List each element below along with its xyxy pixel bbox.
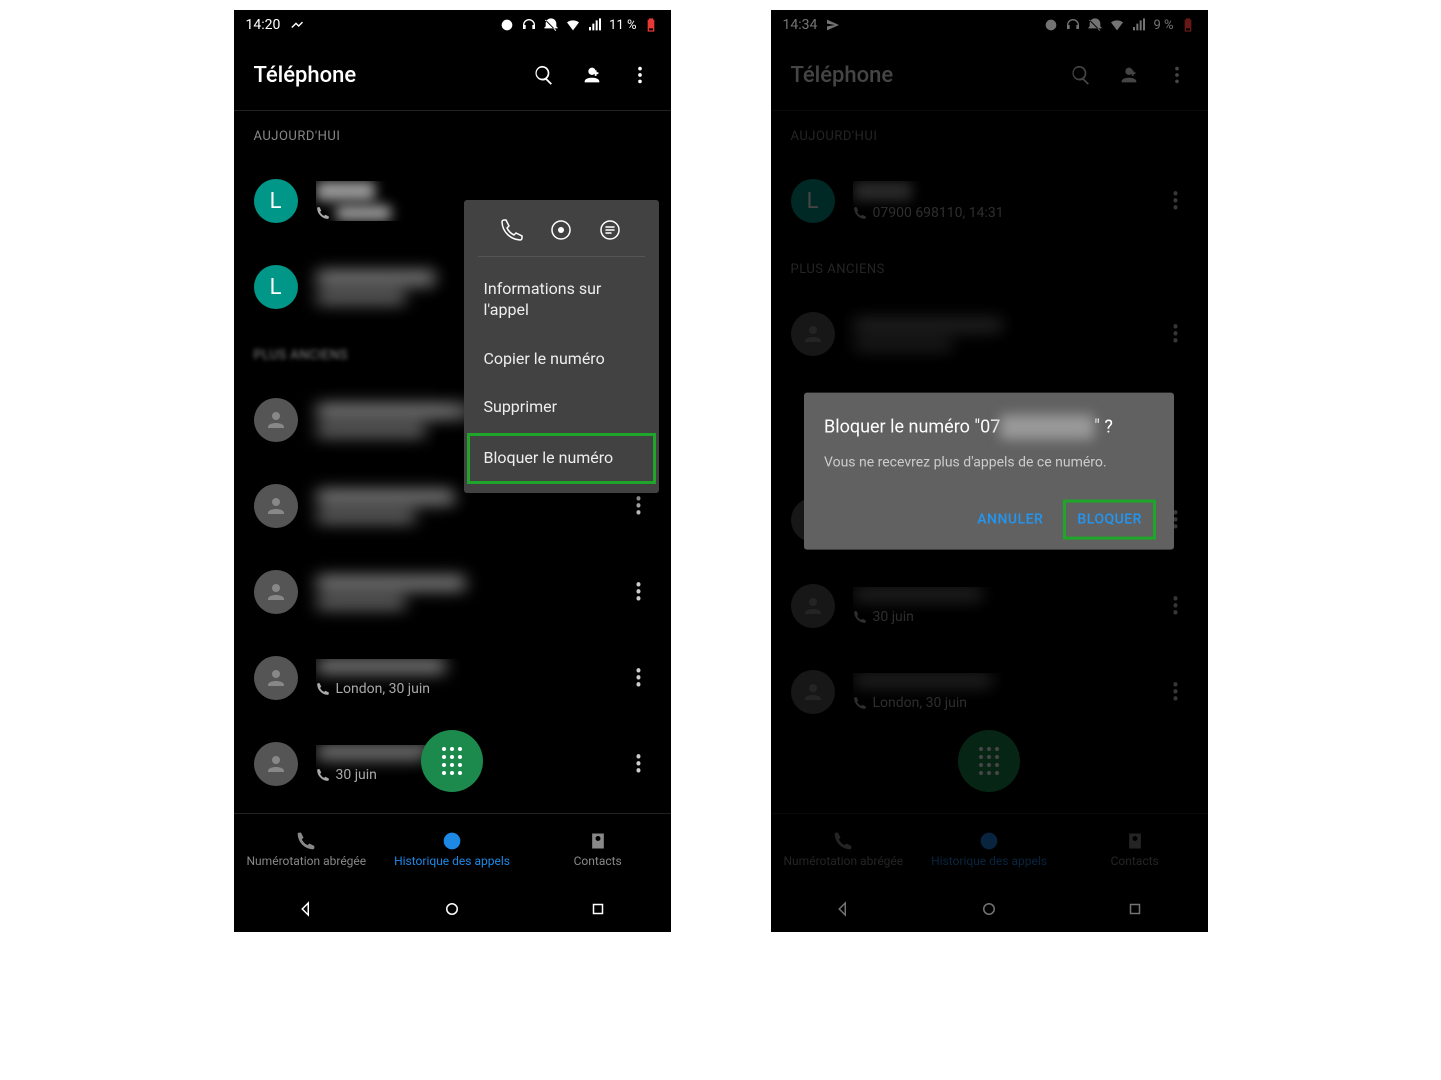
- status-bar: 14:20 11 %: [234, 10, 671, 40]
- alarm-icon: [499, 17, 515, 33]
- avatar: [254, 742, 298, 786]
- call-row[interactable]: London, 30 juin •••: [234, 635, 671, 721]
- page-title: Téléphone: [254, 63, 357, 88]
- message-icon[interactable]: [598, 218, 622, 242]
- call-icon[interactable]: [500, 218, 524, 242]
- row-overflow-icon[interactable]: •••: [627, 580, 651, 604]
- nav-history[interactable]: Historique des appels: [379, 814, 525, 886]
- avatar: L: [254, 265, 298, 309]
- search-icon[interactable]: [533, 64, 555, 86]
- dialog-message: Vous ne recevrez plus d'appels de ce num…: [824, 454, 1154, 474]
- phone-screenshot-left: 14:20 11 % Téléphone AUJOURD'HUI L Lxxxx…: [234, 10, 671, 932]
- video-icon[interactable]: [549, 218, 573, 242]
- context-menu: Informations sur l'appel Copier le numér…: [464, 200, 659, 493]
- menu-copy-number[interactable]: Copier le numéro: [464, 335, 659, 384]
- recents-button[interactable]: [589, 900, 607, 918]
- app-header: Téléphone: [234, 40, 671, 111]
- overflow-icon[interactable]: [629, 64, 651, 86]
- avatar: [254, 570, 298, 614]
- status-time: 14:20: [246, 17, 281, 33]
- call-row[interactable]: •••: [234, 549, 671, 635]
- menu-delete[interactable]: Supprimer: [464, 383, 659, 432]
- nav-contacts[interactable]: Contacts: [525, 814, 671, 886]
- signal-icon: [587, 17, 603, 33]
- system-nav: [234, 886, 671, 932]
- home-button[interactable]: [443, 900, 461, 918]
- avatar: [254, 484, 298, 528]
- phone-small-icon: [316, 768, 330, 782]
- block-dialog: Bloquer le numéro "07xxxx xxxxxx" ? Vous…: [804, 393, 1174, 550]
- row-overflow-icon[interactable]: •••: [627, 494, 651, 518]
- menu-block-number[interactable]: Bloquer le numéro: [468, 434, 655, 483]
- row-overflow-icon[interactable]: •••: [627, 666, 651, 690]
- menu-call-info[interactable]: Informations sur l'appel: [464, 265, 659, 335]
- row-overflow-icon[interactable]: •••: [627, 752, 651, 776]
- contacts-icon: [588, 831, 608, 851]
- contact-name: Lxxxxxx: [316, 181, 651, 201]
- headphones-icon: [521, 17, 537, 33]
- battery-low-icon: [643, 17, 659, 33]
- status-battery-text: 11 %: [609, 18, 636, 33]
- cancel-button[interactable]: ANNULER: [965, 501, 1055, 537]
- avatar: [254, 398, 298, 442]
- avatar: [254, 656, 298, 700]
- bottom-nav: Numérotation abrégée Historique des appe…: [234, 813, 671, 886]
- back-button[interactable]: [297, 900, 315, 918]
- nav-speed-dial[interactable]: Numérotation abrégée: [234, 814, 380, 886]
- call-subtext: London, 30 juin: [316, 681, 627, 697]
- phone-icon: [296, 831, 316, 851]
- phone-small-icon: [316, 206, 330, 220]
- block-button[interactable]: BLOQUER: [1065, 501, 1154, 537]
- wifi-icon: [565, 17, 581, 33]
- avatar: L: [254, 179, 298, 223]
- missed-call-icon: [288, 17, 304, 33]
- phone-small-icon: [316, 682, 330, 696]
- clock-icon: [442, 831, 462, 851]
- phone-screenshot-right: 14:34 9 % Téléphone AUJOURD'HUI L Lxxxxx…: [771, 10, 1208, 932]
- dialog-title: Bloquer le numéro "07xxxx xxxxxx" ?: [824, 415, 1154, 440]
- section-today: AUJOURD'HUI: [234, 111, 671, 158]
- add-contact-icon[interactable]: [581, 64, 603, 86]
- dnd-icon: [543, 17, 559, 33]
- dialpad-fab[interactable]: [421, 730, 483, 792]
